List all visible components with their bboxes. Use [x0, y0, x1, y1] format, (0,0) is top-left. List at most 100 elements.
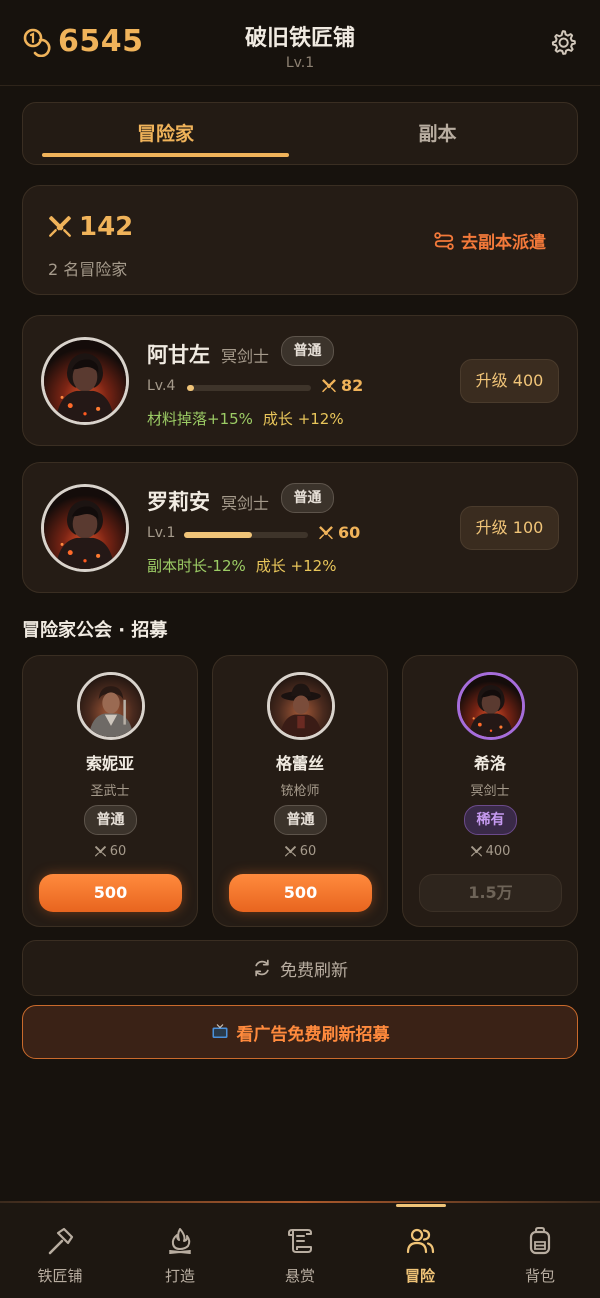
adventurer-level: Lv.4	[147, 378, 176, 394]
recruit-class: 圣武士	[90, 784, 130, 799]
recruit-name: 希洛	[473, 754, 506, 773]
shop-level: Lv.1	[285, 55, 315, 71]
adventurer-count: 2 名冒险家	[48, 260, 128, 279]
upgrade-button[interactable]: 升级 100	[460, 506, 559, 550]
dispatch-to-dungeon-link[interactable]: 去副本派遣	[433, 228, 546, 253]
rarity-badge: 普通	[281, 336, 334, 366]
xp-bar	[184, 532, 308, 538]
bonus-primary: 材料掉落+15%	[147, 410, 253, 428]
rarity-badge: 普通	[84, 805, 137, 835]
nav-item-adventure[interactable]: 冒险	[360, 1203, 480, 1298]
adventurer-power-value: 82	[341, 376, 364, 395]
rarity-badge: 普通	[281, 483, 334, 513]
bonus-primary: 副本时长-12%	[147, 557, 246, 575]
recruit-power: 400	[403, 844, 577, 859]
recruit-buy-button-disabled[interactable]: 1.5万	[419, 874, 562, 912]
backpack-icon	[529, 1227, 551, 1255]
swords-icon	[470, 845, 483, 858]
flame-icon	[169, 1228, 191, 1254]
upgrade-button[interactable]: 升级 400	[460, 359, 559, 403]
adventurer-card[interactable]: 阿甘左 冥剑士 普通 Lv.4 82 材料掉落+15% 成长 +12% 升级 4…	[22, 315, 578, 446]
adventurer-card[interactable]: 罗莉安 冥剑士 普通 Lv.1 60 副本时长-12% 成长 +12% 升级 1…	[22, 462, 578, 593]
swords-icon	[94, 845, 107, 858]
avatar	[41, 337, 129, 425]
recruit-power-value: 60	[299, 844, 317, 859]
adventurer-class: 冥剑士	[221, 494, 270, 513]
total-power: 142	[47, 212, 133, 242]
xp-bar-fill	[184, 532, 253, 538]
avatar	[77, 672, 145, 740]
bonus-growth: 成长 +12%	[255, 557, 337, 575]
nav-item-bounty[interactable]: 悬赏	[240, 1203, 360, 1298]
recruit-card[interactable]: 格蕾丝 铳枪师 普通 60 500	[212, 655, 388, 927]
swords-icon	[284, 845, 297, 858]
nav-label: 背包	[524, 1267, 555, 1285]
avatar	[41, 484, 129, 572]
hammer-icon	[48, 1227, 74, 1255]
recruit-portrait	[270, 675, 332, 737]
adventurer-power-value: 60	[338, 523, 361, 542]
adventurer-name: 罗莉安	[147, 490, 210, 514]
xp-bar	[187, 385, 311, 391]
ad-refresh-label: 看广告免费刷新招募	[236, 1024, 390, 1045]
free-refresh-label: 免费刷新	[280, 960, 348, 981]
avatar	[267, 672, 335, 740]
bonus-row: 材料掉落+15% 成长 +12%	[147, 408, 344, 429]
recruit-portrait	[460, 675, 522, 737]
tab-dungeon[interactable]: 副本	[305, 103, 570, 166]
recruit-buy-button[interactable]: 500	[229, 874, 372, 912]
recruit-power-value: 60	[109, 844, 127, 859]
adventurer-name: 阿甘左	[147, 343, 210, 367]
adventurer-class: 冥剑士	[221, 347, 270, 366]
nav-label: 悬赏	[284, 1267, 315, 1285]
free-refresh-button[interactable]: 免费刷新	[22, 940, 578, 996]
swords-icon	[318, 525, 334, 541]
users-icon	[406, 1228, 435, 1254]
scroll-icon	[288, 1229, 312, 1253]
active-tab-indicator	[42, 153, 289, 157]
bonus-growth: 成长 +12%	[262, 410, 344, 428]
xp-bar-fill	[187, 385, 195, 391]
recruit-class: 冥剑士	[470, 784, 510, 799]
swords-icon	[47, 214, 73, 240]
active-nav-indicator	[396, 1204, 446, 1207]
recruit-buy-button[interactable]: 500	[39, 874, 182, 912]
swords-icon	[321, 378, 337, 394]
bottom-nav: 铁匠铺 打造 悬赏 冒险 背包	[0, 1201, 600, 1298]
adventurer-power: 82	[321, 376, 363, 395]
rarity-badge: 普通	[274, 805, 327, 835]
shop-title-block: 破旧铁匠铺 Lv.1	[200, 20, 400, 71]
recruit-name: 格蕾丝	[275, 754, 324, 773]
coin-balance: 6545	[22, 24, 144, 59]
coins-icon	[23, 28, 51, 57]
recruit-card[interactable]: 希洛 冥剑士 稀有 400 1.5万	[402, 655, 578, 927]
recruit-class: 铳枪师	[280, 784, 320, 799]
guild-recruit-heading: 冒险家公会 · 招募	[22, 620, 168, 641]
recruit-portrait	[80, 675, 142, 737]
page-title: 破旧铁匠铺	[244, 26, 355, 51]
recruit-power: 60	[213, 844, 387, 859]
refresh-icon	[255, 959, 269, 977]
recruit-power: 60	[23, 844, 197, 859]
team-summary-card: 142 2 名冒险家 去副本派遣	[22, 185, 578, 295]
tv-icon	[212, 1024, 227, 1038]
nav-divider	[0, 1201, 600, 1203]
total-power-value: 142	[79, 212, 134, 242]
recruit-power-value: 400	[485, 844, 511, 859]
bonus-row: 副本时长-12% 成长 +12%	[147, 555, 336, 576]
nav-label: 冒险	[404, 1267, 435, 1285]
adventurer-portrait	[44, 340, 126, 422]
ad-refresh-button[interactable]: 看广告免费刷新招募	[22, 1005, 578, 1059]
avatar	[457, 672, 525, 740]
dispatch-label: 去副本派遣	[461, 233, 546, 253]
recruit-card[interactable]: 索妮亚 圣武士 普通 60 500	[22, 655, 198, 927]
nav-item-backpack[interactable]: 背包	[480, 1203, 600, 1298]
nav-item-craft[interactable]: 打造	[120, 1203, 240, 1298]
rarity-badge: 稀有	[464, 805, 517, 835]
tab-bar: 冒险家 副本	[22, 102, 578, 165]
adventurer-portrait	[44, 487, 126, 569]
nav-item-smithy[interactable]: 铁匠铺	[0, 1203, 120, 1298]
adventurer-power: 60	[318, 523, 360, 542]
gear-icon[interactable]	[548, 28, 578, 58]
coin-amount: 6545	[58, 24, 144, 59]
